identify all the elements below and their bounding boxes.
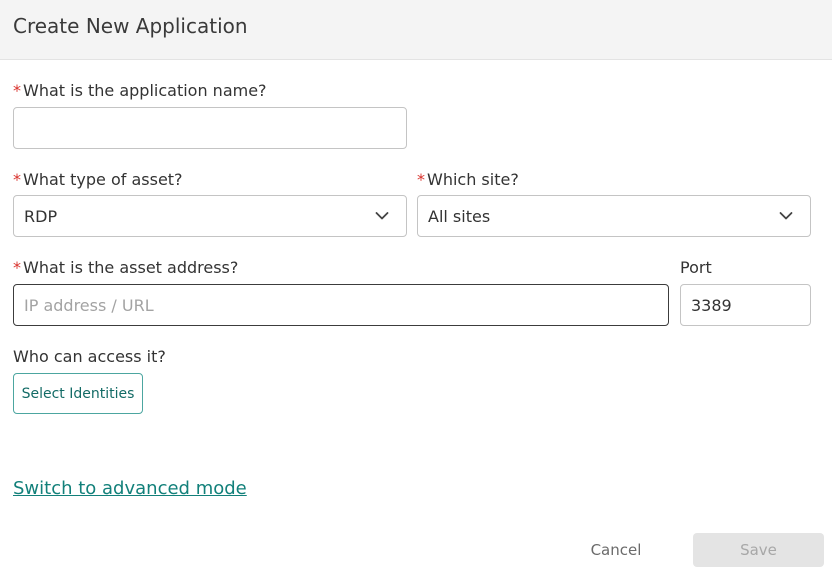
asset-type-value: RDP [24, 206, 58, 226]
app-name-input[interactable] [13, 107, 407, 149]
required-marker: * [13, 81, 21, 100]
chevron-down-icon [375, 211, 389, 221]
port-label: Port [680, 258, 712, 277]
asset-type-label-text: What type of asset? [23, 170, 183, 189]
site-label-text: Which site? [427, 170, 519, 189]
switch-advanced-mode-link[interactable]: Switch to advanced mode [13, 478, 247, 499]
site-value: All sites [428, 206, 491, 226]
required-marker: * [13, 170, 21, 189]
asset-type-label: * What type of asset? [13, 170, 183, 190]
app-name-label: * What is the application name? [13, 81, 267, 101]
app-name-label-text: What is the application name? [23, 81, 267, 100]
save-button[interactable]: Save [693, 533, 824, 567]
dialog-header: Create New Application [0, 0, 832, 60]
access-label: Who can access it? [13, 347, 166, 366]
required-marker: * [13, 258, 21, 277]
dialog-title: Create New Application [13, 14, 248, 38]
port-value: 3389 [691, 295, 732, 315]
port-input[interactable]: 3389 [680, 284, 811, 326]
chevron-down-icon [779, 211, 793, 221]
site-select[interactable]: All sites [417, 195, 811, 237]
asset-address-placeholder: IP address / URL [24, 295, 154, 315]
create-application-dialog: Create New Application * What is the appl… [0, 0, 832, 577]
asset-address-label-text: What is the asset address? [23, 258, 239, 277]
asset-type-select[interactable]: RDP [13, 195, 407, 237]
required-marker: * [417, 170, 425, 189]
select-identities-button[interactable]: Select Identities [13, 373, 143, 414]
site-label: * Which site? [417, 170, 519, 190]
asset-address-input[interactable]: IP address / URL [13, 284, 669, 326]
asset-address-label: * What is the asset address? [13, 258, 238, 278]
cancel-button[interactable]: Cancel [578, 533, 654, 566]
